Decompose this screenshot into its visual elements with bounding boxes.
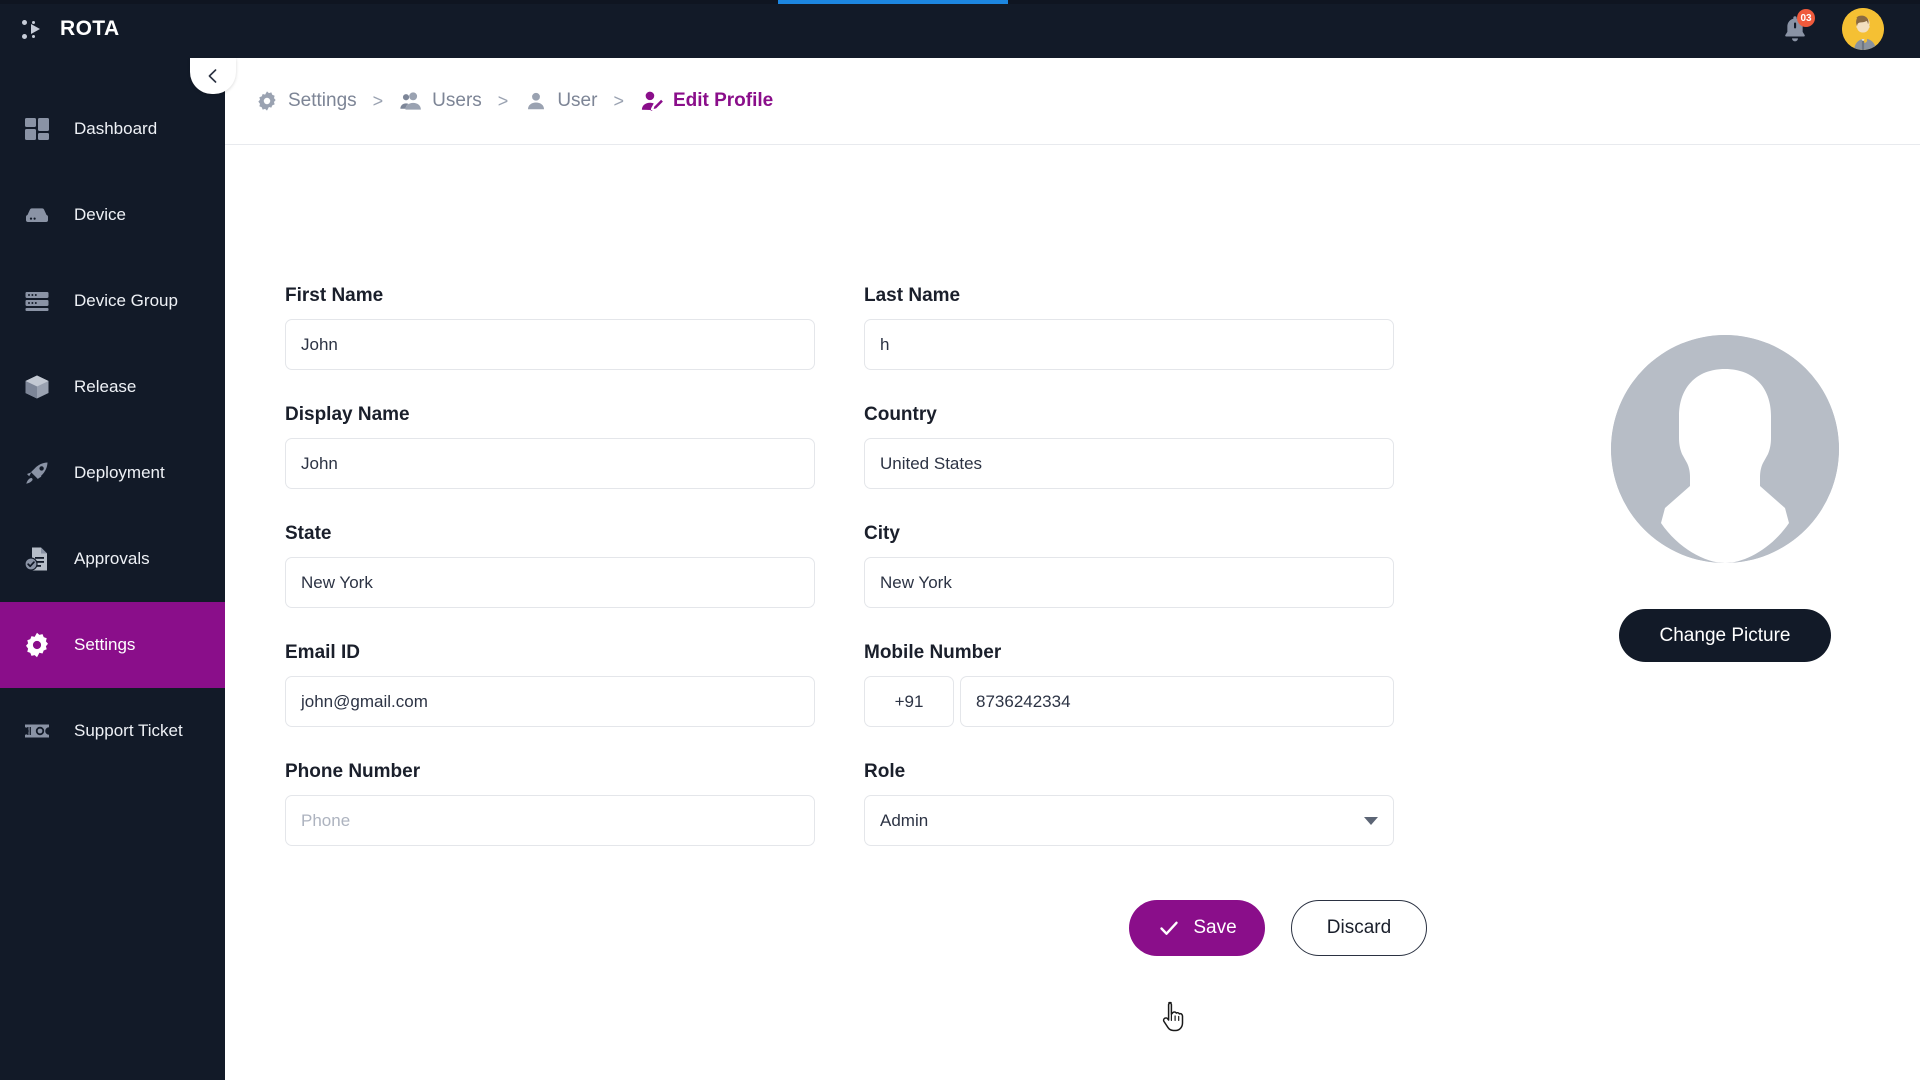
chevron-left-icon [204,67,222,85]
field-label: Display Name [285,404,815,426]
breadcrumb-label: User [557,90,597,112]
field-first-name: First Name John [285,285,815,370]
field-state: State New York [285,523,815,608]
breadcrumb-separator: > [373,91,384,112]
mobile-number-row: +91 8736242334 [864,676,1394,727]
device-icon [22,200,52,230]
country-code-selector[interactable]: +91 [864,676,954,727]
users-icon [399,89,423,113]
phone-number-input[interactable]: Phone [285,795,815,846]
dots-arrow-logo-icon [22,18,44,40]
release-box-icon [22,372,52,402]
field-label: Mobile Number [864,642,1394,664]
last-name-input[interactable]: h [864,319,1394,370]
email-input[interactable]: john@gmail.com [285,676,815,727]
sidebar-item-label: Device [74,205,126,225]
first-name-input[interactable]: John [285,319,815,370]
sidebar-item-label: Dashboard [74,119,157,139]
breadcrumb-separator: > [498,91,509,112]
field-mobile-number: Mobile Number +91 8736242334 [864,642,1394,727]
state-input[interactable]: New York [285,557,815,608]
sidebar-item-label: Deployment [74,463,165,483]
user-avatar[interactable] [1842,8,1884,50]
breadcrumb-item-users[interactable]: Users [399,89,482,113]
dashboard-icon [22,114,52,144]
progress-bar-fill [778,0,1008,4]
breadcrumb: Settings > Users > User > [225,58,1920,145]
breadcrumb-separator: > [613,91,624,112]
sidebar-item-label: Settings [74,635,135,655]
change-picture-button[interactable]: Change Picture [1619,609,1831,662]
form-actions: Save Discard [285,900,1430,956]
field-label: State [285,523,815,545]
user-icon [524,89,548,113]
sidebar-navigation: Dashboard Device Device Group [0,58,225,1080]
field-label: First Name [285,285,815,307]
field-email: Email ID john@gmail.com [285,642,815,727]
role-select-value: Admin [880,811,928,831]
sidebar-item-label: Approvals [74,549,150,569]
field-label: Role [864,761,1394,783]
ticket-icon [22,716,52,746]
field-label: City [864,523,1394,545]
notification-count-badge: 03 [1797,9,1815,27]
edit-profile-form: First Name John Last Name h Display Name… [285,285,1430,956]
sidebar-item-deployment[interactable]: Deployment [0,430,225,516]
city-input[interactable]: New York [864,557,1394,608]
save-button[interactable]: Save [1129,900,1265,956]
breadcrumb-label: Settings [288,90,357,112]
breadcrumb-item-user[interactable]: User [524,89,597,113]
field-country: Country United States [864,404,1394,489]
sidebar-item-support-ticket[interactable]: Support Ticket [0,688,225,774]
user-avatar-icon [1842,8,1884,50]
edit-profile-content: First Name John Last Name h Display Name… [225,145,1920,1080]
breadcrumb-label: Users [432,90,482,112]
check-icon [1157,916,1181,940]
display-name-input[interactable]: John [285,438,815,489]
sidebar-item-device-group[interactable]: Device Group [0,258,225,344]
sidebar-item-label: Support Ticket [74,721,183,741]
field-label: Last Name [864,285,1394,307]
role-select[interactable]: Admin [864,795,1394,846]
app-header: ROTA 03 [0,0,1920,58]
breadcrumb-item-edit-profile[interactable]: Edit Profile [640,89,773,113]
brand-name: ROTA [60,17,120,41]
profile-photo [1611,335,1839,563]
field-label: Email ID [285,642,815,664]
breadcrumb-label: Edit Profile [673,90,773,112]
mobile-number-input[interactable]: 8736242334 [960,676,1394,727]
gear-icon [255,89,279,113]
sidebar-item-dashboard[interactable]: Dashboard [0,86,225,172]
field-label: Phone Number [285,761,815,783]
sidebar-item-label: Device Group [74,291,178,311]
field-phone-number: Phone Number Phone [285,761,815,846]
field-label: Country [864,404,1394,426]
notifications-button[interactable]: 03 [1778,12,1812,46]
discard-button[interactable]: Discard [1291,900,1427,956]
breadcrumb-item-settings[interactable]: Settings [255,89,357,113]
field-city: City New York [864,523,1394,608]
header-right-cluster: 03 [1778,8,1920,50]
sidebar-item-label: Release [74,377,136,397]
chevron-down-icon [1364,817,1378,825]
sidebar-item-device[interactable]: Device [0,172,225,258]
profile-picture-panel: Change Picture [1565,335,1885,662]
edit-user-icon [640,89,664,113]
country-input[interactable]: United States [864,438,1394,489]
form-grid: First Name John Last Name h Display Name… [285,285,1430,880]
approvals-icon [22,544,52,574]
sidebar-item-release[interactable]: Release [0,344,225,430]
field-display-name: Display Name John [285,404,815,489]
sidebar-item-approvals[interactable]: Approvals [0,516,225,602]
field-last-name: Last Name h [864,285,1394,370]
page-load-progress [0,0,1920,4]
person-placeholder-icon [1611,335,1839,563]
brand-block[interactable]: ROTA [0,0,225,58]
gear-icon [22,630,52,660]
sidebar-item-settings[interactable]: Settings [0,602,225,688]
field-role: Role Admin [864,761,1394,846]
device-group-icon [22,286,52,316]
save-button-label: Save [1193,917,1236,939]
rocket-icon [22,458,52,488]
